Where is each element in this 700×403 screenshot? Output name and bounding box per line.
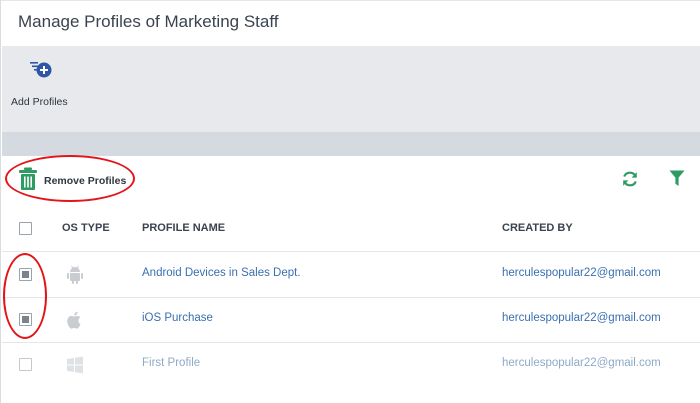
remove-profiles-label: Remove Profiles xyxy=(44,175,127,187)
add-profile-icon xyxy=(30,62,52,78)
android-icon xyxy=(67,265,83,284)
select-all-checkbox[interactable] xyxy=(19,222,32,235)
title-bar: Manage Profiles of Marketing Staff xyxy=(1,0,700,46)
created-by: herculespopular22@gmail.com xyxy=(502,312,661,324)
table-row[interactable]: iOS Purchase herculespopular22@gmail.com xyxy=(2,298,700,343)
torn-edge xyxy=(1,380,700,403)
row-checkbox[interactable] xyxy=(19,268,32,281)
add-profiles-label: Add Profiles xyxy=(11,96,68,108)
column-header-profile-name[interactable]: PROFILE NAME xyxy=(142,222,225,234)
filter-icon[interactable] xyxy=(669,170,685,187)
toolbar: Add Profiles xyxy=(2,46,700,132)
created-by: herculespopular22@gmail.com xyxy=(502,267,661,279)
table-header: OS TYPE PROFILE NAME CREATED BY xyxy=(2,208,700,252)
column-header-os-type[interactable]: OS TYPE xyxy=(62,222,110,234)
section-divider xyxy=(2,132,700,156)
table-row[interactable]: Android Devices in Sales Dept. herculesp… xyxy=(2,253,700,298)
profiles-panel: Remove Profiles OS TYPE PROFILE NAME CRE… xyxy=(2,156,700,403)
profile-name-link[interactable]: Android Devices in Sales Dept. xyxy=(142,267,301,279)
refresh-icon[interactable] xyxy=(621,170,639,188)
column-header-created-by[interactable]: CREATED BY xyxy=(502,222,573,234)
add-profiles-button[interactable]: Add Profiles xyxy=(10,58,72,118)
page-title: Manage Profiles of Marketing Staff xyxy=(18,12,279,31)
profile-name-link[interactable]: iOS Purchase xyxy=(142,312,213,324)
row-checkbox[interactable] xyxy=(19,313,32,326)
profile-name-link[interactable]: First Profile xyxy=(142,357,200,369)
trash-icon xyxy=(19,167,37,190)
windows-icon xyxy=(67,356,83,374)
window-frame: Manage Profiles of Marketing Staff Add P… xyxy=(0,0,700,403)
row-checkbox[interactable] xyxy=(19,358,32,371)
created-by: herculespopular22@gmail.com xyxy=(502,357,661,369)
apple-icon xyxy=(67,311,81,329)
